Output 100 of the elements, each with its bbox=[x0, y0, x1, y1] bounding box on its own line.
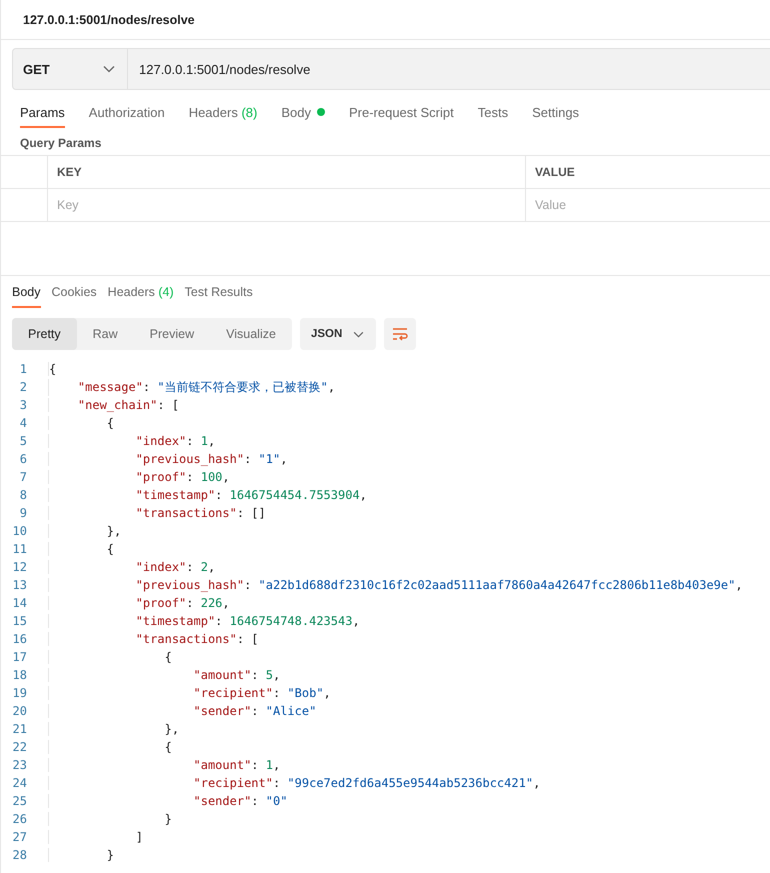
section-title: Query Params bbox=[19, 135, 102, 152]
code-punctuation: }, bbox=[106, 524, 122, 538]
column-header: KEY bbox=[48, 156, 526, 188]
wrap-lines-icon bbox=[392, 327, 408, 341]
request-tab[interactable]: Tests bbox=[478, 98, 508, 128]
code-punctuation: : bbox=[251, 794, 260, 808]
response-tab[interactable]: Headers (4) bbox=[108, 278, 174, 308]
code-key: "transactions" bbox=[49, 506, 237, 520]
code-string: "a22b1d688df2310c16f2c02aad5111aaf7860a4a42647fcc2806b11e8b403e9e" bbox=[258, 578, 736, 592]
code-punctuation: : [ bbox=[157, 398, 180, 412]
code-punctuation: : bbox=[186, 470, 195, 484]
code-punctuation: { bbox=[164, 650, 172, 664]
code-key: "sender" bbox=[49, 704, 252, 718]
code-punctuation: , bbox=[360, 488, 367, 502]
code-key: "amount" bbox=[49, 758, 252, 772]
line-number: 13 bbox=[12, 578, 28, 592]
code-key: "index" bbox=[49, 434, 186, 448]
code-key: "proof" bbox=[49, 470, 186, 484]
line-number: 11 bbox=[12, 542, 28, 556]
request-tab[interactable]: Params bbox=[20, 98, 65, 128]
code-punctuation: , bbox=[272, 668, 280, 682]
code-punctuation: , bbox=[352, 614, 360, 628]
code-punctuation: }, bbox=[164, 722, 180, 736]
code-punctuation: : bbox=[272, 686, 282, 700]
line-number: 17 bbox=[12, 650, 28, 664]
code-punctuation: : bbox=[272, 776, 282, 790]
code-punctuation: { bbox=[106, 416, 114, 430]
code-number: 2 bbox=[200, 560, 208, 574]
code-key: "previous_hash" bbox=[49, 452, 244, 466]
request-tab[interactable]: Pre-request Script bbox=[348, 98, 454, 128]
response-tab[interactable]: Body bbox=[12, 278, 40, 308]
code-number: 1646754748.423543 bbox=[230, 614, 352, 628]
line-number: 22 bbox=[12, 740, 28, 754]
code-punctuation: } bbox=[164, 812, 172, 826]
line-number: 8 bbox=[18, 488, 28, 502]
code-punctuation: , bbox=[324, 686, 331, 700]
method-dropdown[interactable]: GET bbox=[12, 48, 128, 90]
request-tab[interactable]: Headers (8) bbox=[188, 98, 258, 128]
code-key: "sender" bbox=[49, 794, 252, 808]
code-punctuation: , bbox=[328, 380, 336, 394]
view-mode-button[interactable]: Visualize bbox=[210, 318, 292, 350]
code-string: "99ce7ed2fd6a455e9544ab5236bcc421" bbox=[287, 776, 534, 790]
view-mode-button[interactable]: Raw bbox=[76, 318, 134, 350]
code-key: "timestamp" bbox=[49, 614, 216, 628]
line-number: 3 bbox=[18, 398, 28, 412]
code-punctuation: : [] bbox=[236, 506, 266, 520]
code-key: "proof" bbox=[49, 596, 186, 610]
line-number: 18 bbox=[12, 668, 28, 682]
code-string: "Alice" bbox=[266, 704, 316, 718]
code-punctuation: : bbox=[186, 596, 195, 610]
request-tab[interactable]: Settings bbox=[532, 98, 580, 128]
response-tab[interactable]: Test Results bbox=[184, 278, 253, 308]
code-punctuation: , bbox=[208, 560, 216, 574]
code-punctuation: : bbox=[142, 380, 152, 394]
code-key: "transactions" bbox=[49, 632, 237, 646]
code-number: 100 bbox=[200, 470, 222, 484]
code-number: 5 bbox=[266, 668, 273, 682]
line-number: 16 bbox=[12, 632, 28, 646]
line-number: 28 bbox=[12, 848, 28, 862]
code-punctuation: : bbox=[186, 434, 195, 448]
line-number: 25 bbox=[12, 794, 28, 808]
line-number: 24 bbox=[12, 776, 28, 790]
code-punctuation: ] bbox=[134, 830, 143, 844]
code-punctuation: : [ bbox=[236, 632, 259, 646]
code-punctuation: : bbox=[251, 704, 260, 718]
request-tab[interactable]: Authorization bbox=[88, 98, 165, 128]
view-mode-button[interactable]: Preview bbox=[134, 318, 210, 350]
line-number: 27 bbox=[12, 830, 28, 844]
column-header: VALUE bbox=[534, 164, 576, 181]
code-string: "当前链不符合要求，已被替换" bbox=[157, 380, 328, 394]
wrap-lines-button[interactable] bbox=[384, 318, 416, 350]
chevron-down-icon bbox=[352, 330, 364, 338]
line-number: 26 bbox=[12, 812, 28, 826]
code-string: "Bob" bbox=[287, 686, 324, 700]
code-punctuation: , bbox=[222, 470, 230, 484]
code-punctuation: , bbox=[272, 758, 280, 772]
code-key: "amount" bbox=[49, 668, 252, 682]
line-number: 21 bbox=[12, 722, 28, 736]
view-mode-button[interactable]: Pretty bbox=[12, 318, 77, 350]
line-number: 19 bbox=[12, 686, 28, 700]
code-punctuation: } bbox=[106, 848, 114, 862]
line-number: 5 bbox=[18, 434, 28, 448]
request-tab[interactable]: Body bbox=[281, 98, 325, 128]
code-string: "1" bbox=[258, 452, 280, 466]
line-number: 2 bbox=[18, 380, 28, 394]
line-number: 7 bbox=[18, 470, 28, 484]
line-number: 1 bbox=[18, 362, 28, 376]
response-tab[interactable]: Cookies bbox=[52, 278, 97, 308]
line-number: 14 bbox=[12, 596, 28, 610]
line-number: 12 bbox=[12, 560, 28, 574]
code-punctuation: { bbox=[164, 740, 172, 754]
line-number: 9 bbox=[18, 506, 28, 520]
code-punctuation: : bbox=[244, 452, 252, 466]
code-key: "recipient" bbox=[49, 686, 273, 700]
format-dropdown[interactable]: JSON bbox=[300, 318, 376, 350]
code-punctuation: : bbox=[251, 668, 260, 682]
code-punctuation: { bbox=[106, 542, 114, 556]
url-field[interactable]: 127.0.0.1:5001/nodes/resolve bbox=[128, 48, 770, 90]
line-number: 15 bbox=[12, 614, 28, 628]
code-punctuation: , bbox=[280, 452, 288, 466]
